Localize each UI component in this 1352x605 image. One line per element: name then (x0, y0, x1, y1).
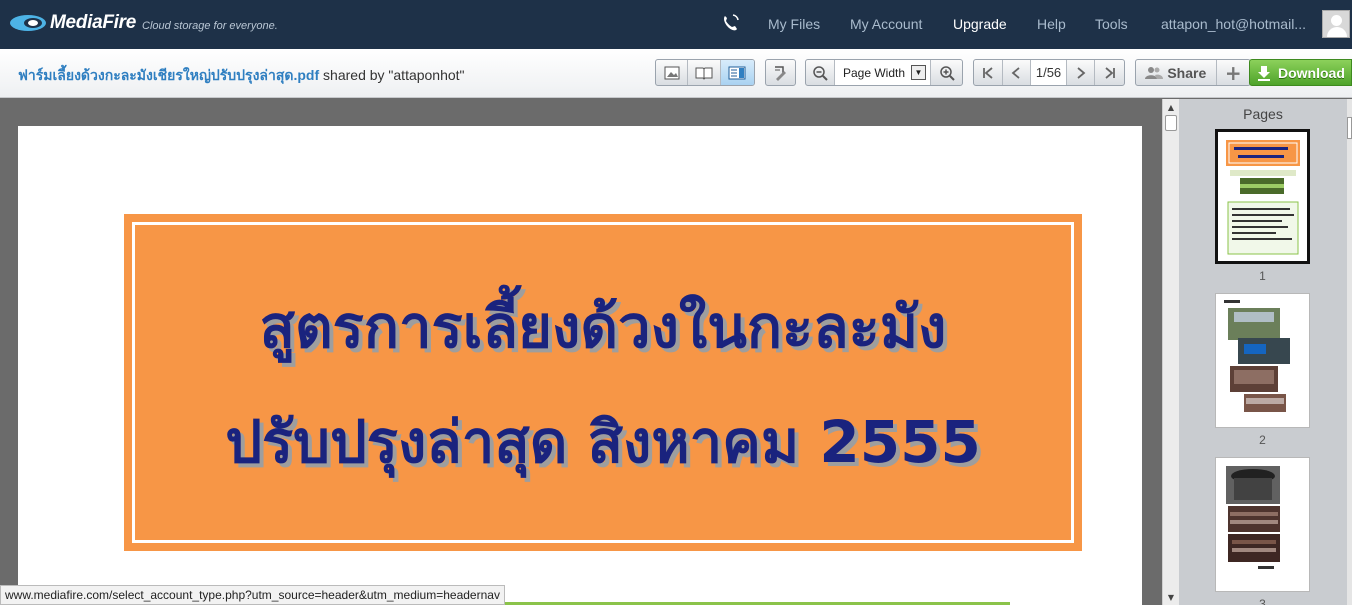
zoom-in-icon[interactable] (931, 60, 962, 85)
logo-tagline: Cloud storage for everyone. (142, 20, 278, 32)
nav-upgrade[interactable]: Upgrade (953, 16, 1007, 32)
page-navigation-group: 1/56 (973, 59, 1125, 86)
next-page-icon[interactable] (1067, 60, 1096, 85)
zoom-out-icon[interactable] (806, 60, 835, 85)
mediafire-logo[interactable]: MediaFire Cloud storage for everyone. (10, 11, 278, 35)
nav-my-files[interactable]: My Files (768, 16, 820, 32)
logo-text: MediaFire (50, 12, 136, 33)
view-mode-group (655, 59, 755, 86)
sidebar-view-icon[interactable] (720, 60, 754, 85)
sidebar-scrollbar-thumb[interactable] (1347, 117, 1352, 139)
annotate-icon[interactable] (765, 59, 796, 86)
document-filename[interactable]: ฟาร์มเลี้ยงด้วงกะละมังเชียรใหญ่ปรับปรุงล… (18, 67, 319, 83)
prev-page-icon[interactable] (1003, 60, 1032, 85)
mediafire-flame-icon (10, 11, 48, 35)
status-bar-url: www.mediafire.com/select_account_type.ph… (0, 585, 505, 605)
scroll-up-arrow-icon[interactable]: ▲ (1163, 99, 1179, 115)
nav-tools[interactable]: Tools (1095, 16, 1128, 32)
page-thumbnail-number: 3 (1259, 597, 1266, 605)
first-page-icon[interactable] (974, 60, 1003, 85)
document-viewer[interactable]: สูตรการเลี้ยงด้วงในกะละมัง ปรับปรุงล่าสุ… (0, 99, 1162, 605)
page-thumbnail-2[interactable] (1215, 293, 1310, 428)
cover-title-line-2: ปรับปรุงล่าสุด สิงหาคม 2555 (225, 408, 981, 476)
cover-banner: สูตรการเลี้ยงด้วงในกะละมัง ปรับปรุงล่าสุ… (124, 214, 1082, 551)
page-thumbnail-number: 1 (1259, 269, 1266, 283)
nav-user-account[interactable]: attapon_hot@hotmail... (1161, 16, 1306, 32)
share-people-icon (1145, 66, 1164, 79)
shared-by-text: shared by "attaponhot" (319, 67, 465, 83)
phone-icon[interactable] (720, 13, 740, 33)
share-label: Share (1167, 64, 1207, 81)
thumbnail-preview (1224, 300, 1290, 412)
download-button[interactable]: Download (1249, 59, 1352, 86)
download-label: Download (1278, 64, 1345, 81)
page-thumbnail-3[interactable] (1215, 457, 1310, 592)
thumbnail-preview (1226, 466, 1280, 569)
scrollbar-thumb[interactable] (1165, 115, 1177, 131)
nav-my-account[interactable]: My Account (850, 16, 922, 32)
scroll-down-arrow-icon[interactable]: ▼ (1163, 589, 1179, 605)
download-arrow-icon (1258, 65, 1270, 81)
cover-banner-border: สูตรการเลี้ยงด้วงในกะละมัง ปรับปรุงล่าสุ… (132, 222, 1074, 543)
document-toolbar: ฟาร์มเลี้ยงด้วงกะละมังเชียรใหญ่ปรับปรุงล… (0, 49, 1352, 98)
book-view-icon[interactable] (688, 60, 721, 85)
image-view-icon[interactable] (656, 60, 689, 85)
avatar-icon[interactable] (1322, 10, 1350, 38)
share-button[interactable]: Share (1136, 60, 1217, 85)
viewer-scrollbar[interactable]: ▲ ▼ (1162, 99, 1179, 605)
zoom-select-value: Page Width (843, 65, 906, 80)
pages-sidebar: Pages 1 2 3 (1179, 99, 1352, 605)
document-page: สูตรการเลี้ยงด้วงในกะละมัง ปรับปรุงล่าสุ… (18, 126, 1142, 605)
chevron-down-icon[interactable]: ▼ (911, 65, 926, 80)
page-thumbnail-number: 2 (1259, 433, 1266, 447)
last-page-icon[interactable] (1095, 60, 1124, 85)
nav-help[interactable]: Help (1037, 16, 1066, 32)
cover-title-line-1: สูตรการเลี้ยงด้วงในกะละมัง (259, 293, 947, 361)
zoom-group: Page Width ▼ (805, 59, 963, 86)
zoom-select[interactable]: Page Width ▼ (835, 60, 931, 85)
sidebar-scrollbar[interactable] (1347, 99, 1352, 605)
page-indicator[interactable]: 1/56 (1031, 60, 1067, 85)
page-thumbnail-1[interactable] (1215, 129, 1310, 264)
top-navigation-bar: MediaFire Cloud storage for everyone. My… (0, 0, 1352, 49)
pages-title: Pages (1243, 106, 1283, 122)
thumbnail-preview (1226, 140, 1300, 255)
add-to-my-files-button[interactable]: + (1217, 60, 1250, 85)
share-button-group: Share + (1135, 59, 1251, 86)
document-title: ฟาร์มเลี้ยงด้วงกะละมังเชียรใหญ่ปรับปรุงล… (18, 65, 465, 87)
